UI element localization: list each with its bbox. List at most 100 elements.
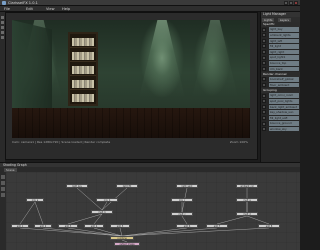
- light-list-item-label: key_shadow_sun: [269, 110, 299, 115]
- light-icon: [262, 99, 266, 104]
- menu-file[interactable]: File: [4, 7, 10, 11]
- scale-tool-icon[interactable]: [1, 31, 4, 34]
- graph-node[interactable]: mult_d: [236, 212, 258, 216]
- graph-node[interactable]: add_5: [110, 224, 130, 228]
- graph-node-label: light_spot: [181, 184, 193, 188]
- graph-node[interactable]: add_2: [34, 224, 52, 228]
- graph-node-label: output_image: [119, 242, 135, 246]
- tab-layers[interactable]: Layers: [277, 18, 291, 22]
- floor-shadow: [12, 108, 250, 138]
- app-logo-icon: [2, 1, 6, 5]
- minimize-icon[interactable]: [284, 1, 288, 5]
- viewport-status-bar: Cam: camera1 | Res 1280x720 | Scene load…: [12, 140, 250, 145]
- graph-node-label: mult_c: [178, 212, 186, 216]
- light-list-item-label: bounce_ground: [269, 121, 299, 126]
- node-wire: [93, 213, 103, 225]
- node-wire: [216, 215, 248, 225]
- rotate-tool-icon[interactable]: [1, 26, 4, 29]
- graph-node-label: add_8: [265, 224, 273, 228]
- graph-node[interactable]: ambient_col: [236, 184, 258, 188]
- light-list-item-label: floor_ambient: [269, 82, 299, 88]
- graph-node[interactable]: mix_c: [171, 198, 193, 202]
- light-list-item-label: back_light_ambient: [269, 104, 299, 110]
- book-row: [72, 52, 94, 60]
- light-icon: [262, 61, 266, 66]
- light-list-item-label: bookshelf_global: [269, 77, 299, 82]
- node-wire: [19, 227, 123, 237]
- graph-node[interactable]: add_6: [176, 224, 198, 228]
- graph-node-label: mix_a: [31, 198, 39, 202]
- light-icon: [262, 49, 266, 54]
- graph-node[interactable]: add_7: [206, 224, 228, 228]
- graph-node[interactable]: mix_a: [26, 198, 44, 202]
- menu-help[interactable]: Help: [62, 7, 70, 11]
- node-wire: [19, 201, 36, 225]
- graph-node[interactable]: light_spot: [176, 184, 198, 188]
- light-icon: [262, 121, 266, 126]
- light-icon: [262, 27, 266, 32]
- graph-node[interactable]: add_3: [58, 224, 78, 228]
- graph-node-label: add_3: [64, 224, 72, 228]
- graph-node[interactable]: add_1: [11, 224, 29, 228]
- pan-tool-icon[interactable]: [1, 193, 5, 197]
- node-wire: [42, 227, 123, 237]
- graph-node-label: add_5: [116, 224, 124, 228]
- graph-node[interactable]: mult_b: [91, 210, 113, 214]
- light-icon: [262, 77, 266, 82]
- graph-node-label: mix_b: [103, 198, 111, 202]
- light-list-item-label: fill_light_soft: [269, 115, 299, 121]
- light-list-item-label: light_right: [269, 49, 299, 55]
- frame-all-icon[interactable]: [1, 187, 5, 191]
- add-node-icon[interactable]: [1, 175, 5, 179]
- book-row: [72, 66, 94, 74]
- node-wire: [119, 227, 123, 237]
- node-graph-canvas[interactable]: light_key light_fill light_spot ambient_col…: [6, 172, 300, 250]
- close-icon[interactable]: [294, 1, 298, 5]
- light-list-item-label: light_left: [269, 38, 299, 44]
- graph-node[interactable]: mix_b: [96, 198, 118, 202]
- light-list-item-label: ambient_lights: [269, 32, 299, 38]
- graph-node-label: add_4: [90, 224, 98, 228]
- graph-node-label: mult_a: [243, 198, 251, 202]
- menu-edit[interactable]: Edit: [26, 7, 33, 11]
- light-icon: [262, 55, 266, 60]
- graph-node-label: add_1: [16, 224, 24, 228]
- light-icon: [262, 127, 266, 132]
- light-icon: [262, 38, 266, 43]
- graph-node[interactable]: light_fill: [116, 184, 138, 188]
- move-tool-icon[interactable]: [1, 21, 4, 24]
- graph-node[interactable]: output_image: [114, 242, 140, 246]
- camera-tool-icon[interactable]: [1, 36, 4, 39]
- light-icon: [262, 33, 266, 38]
- graph-node-label: light_key: [72, 184, 82, 188]
- graph-node[interactable]: light_key: [66, 184, 88, 188]
- light-icon: [262, 66, 266, 71]
- bookshelf: [68, 32, 98, 106]
- graph-node-label: add_7: [213, 224, 221, 228]
- light-list-item[interactable]: floor_ambient: [261, 82, 300, 88]
- light-list-item-label: spot_pool_lights: [269, 98, 299, 104]
- graph-node-label: mult_d: [243, 212, 251, 216]
- graph-node[interactable]: mult_c: [171, 212, 193, 216]
- light-list-item[interactable]: rim_back: [261, 66, 300, 72]
- graph-node[interactable]: add_8: [258, 224, 280, 228]
- graph-node[interactable]: add_4: [84, 224, 104, 228]
- node-wire: [181, 215, 188, 225]
- maximize-icon[interactable]: [289, 1, 293, 5]
- select-tool-icon[interactable]: [1, 16, 4, 19]
- node-wire: [34, 201, 44, 225]
- graph-node-label: ambient_col: [240, 184, 254, 188]
- graph-node[interactable]: combine: [110, 236, 134, 240]
- graph-node[interactable]: mult_a: [236, 198, 258, 202]
- light-list-item-label: rim_back: [269, 66, 299, 72]
- light-list-item-label: light_key: [269, 27, 299, 32]
- delete-node-icon[interactable]: [1, 181, 5, 185]
- light-icon: [262, 44, 266, 49]
- node-wire: [67, 213, 103, 225]
- light-list: Specific light_key ambient_lights light_lef…: [261, 22, 300, 132]
- light-list-item-label: light_omni_room: [269, 93, 299, 98]
- menu-view[interactable]: View: [46, 7, 55, 11]
- light-list-item[interactable]: window_sky: [261, 126, 300, 133]
- render-viewport[interactable]: [12, 20, 250, 138]
- zoom-readout: Zoom 100%: [229, 140, 248, 144]
